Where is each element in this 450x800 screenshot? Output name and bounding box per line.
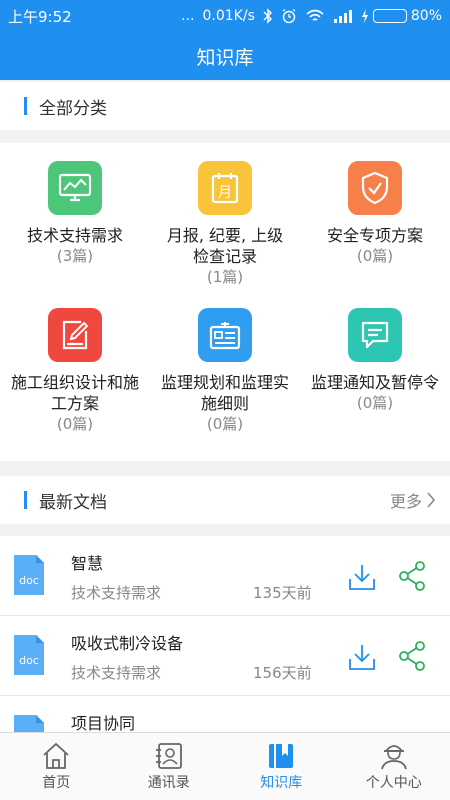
- document-list: doc 智慧 技术支持需求 135天前 doc 吸收式制冷设备 技术支持需求 1…: [0, 536, 450, 732]
- latest-documents-header: 最新文档 更多: [0, 476, 450, 524]
- bluetooth-icon: [263, 8, 272, 24]
- tab-knowledge-base[interactable]: 知识库: [225, 733, 338, 800]
- category-tile[interactable]: [348, 308, 402, 362]
- status-dots: ...: [181, 8, 195, 24]
- category-item[interactable]: 施工组织设计和施工方案 (0篇): [0, 308, 150, 435]
- category-tile[interactable]: 月: [198, 161, 252, 215]
- doc-file-icon: doc: [14, 715, 44, 732]
- category-tile[interactable]: [198, 308, 252, 362]
- category-count: (0篇): [356, 247, 394, 265]
- file-type-label: doc: [19, 654, 39, 667]
- document-category: 技术支持需求: [71, 584, 162, 602]
- category-item[interactable]: 监理通知及暂停令 (0篇): [300, 308, 450, 414]
- all-categories-title: 全部分类: [39, 98, 107, 119]
- tab-home[interactable]: 首页: [0, 733, 113, 800]
- status-time: 上午9:52: [8, 7, 72, 26]
- title-bar: 知识库: [0, 32, 450, 80]
- doc-file-icon: doc: [14, 635, 44, 675]
- tab-label: 通讯录: [147, 774, 190, 791]
- document-title: 智慧: [71, 554, 104, 573]
- tab-profile[interactable]: 个人中心: [338, 733, 450, 800]
- category-item[interactable]: 安全专项方案 (0篇): [300, 161, 450, 267]
- category-label: 技术支持需求: [26, 226, 123, 245]
- share-icon[interactable]: [398, 641, 426, 671]
- category-item[interactable]: 监理规划和监理实施细则 (0篇): [150, 308, 300, 435]
- category-count: (0篇): [206, 415, 244, 433]
- status-bar: 上午9:52 ... 0.01K/s 80%: [0, 0, 450, 32]
- more-label: 更多: [389, 492, 422, 511]
- all-categories-header: 全部分类: [0, 82, 450, 130]
- message-icon: [361, 321, 389, 349]
- alarm-icon: [282, 8, 296, 24]
- latest-documents-title: 最新文档: [39, 492, 107, 513]
- document-title: 项目协同: [71, 714, 136, 732]
- knowledge-base-icon: [269, 743, 294, 768]
- category-label: 安全专项方案: [326, 226, 423, 245]
- tab-label: 首页: [42, 774, 71, 791]
- document-item[interactable]: doc 智慧 技术支持需求 135天前: [0, 536, 450, 616]
- svg-text:月: 月: [218, 185, 232, 201]
- charging-icon: [361, 9, 368, 23]
- contacts-icon: [155, 742, 182, 769]
- section-accent-bar: [24, 97, 27, 115]
- tab-label: 知识库: [260, 774, 303, 791]
- signal-icon: [333, 10, 352, 23]
- download-icon[interactable]: [348, 643, 376, 671]
- chart-monitor-icon: [58, 173, 92, 202]
- document-title: 吸收式制冷设备: [71, 634, 184, 653]
- category-tile[interactable]: [348, 161, 402, 215]
- category-item[interactable]: 技术支持需求 (3篇): [0, 161, 150, 267]
- edit-document-icon: [62, 320, 89, 350]
- share-icon[interactable]: [398, 561, 426, 591]
- document-category: 技术支持需求: [71, 664, 162, 682]
- document-item[interactable]: doc 项目协同: [0, 696, 450, 732]
- id-card-icon: [209, 322, 241, 350]
- battery-indicator: 80%: [361, 8, 442, 24]
- document-time: 135天前: [253, 584, 312, 602]
- battery-shell: [372, 9, 407, 23]
- section-accent-bar: [24, 491, 27, 509]
- category-label: 监理规划和监理实施细则: [160, 373, 289, 413]
- category-label: 监理通知及暂停令: [310, 373, 439, 392]
- user-worker-icon: [380, 744, 407, 769]
- category-count: (1篇): [206, 268, 244, 286]
- tab-label: 个人中心: [365, 774, 422, 791]
- wifi-icon: [306, 9, 324, 21]
- page-title: 知识库: [196, 46, 254, 69]
- shield-check-icon: [361, 171, 389, 205]
- battery-percent: 80%: [410, 8, 442, 24]
- file-type-label: doc: [19, 574, 39, 587]
- document-time: 156天前: [253, 664, 312, 682]
- category-tile[interactable]: [48, 308, 102, 362]
- tab-contacts[interactable]: 通讯录: [113, 733, 226, 800]
- chevron-right-icon: [427, 492, 436, 508]
- doc-file-icon: doc: [14, 555, 44, 595]
- network-speed: 0.01K/s: [202, 8, 255, 24]
- calendar-icon: 月: [211, 173, 239, 204]
- more-link[interactable]: 更多: [390, 488, 436, 512]
- category-grid: 技术支持需求 (3篇) 月 月报, 纪要, 上级检查记录 (1篇) 安全专项方案…: [0, 143, 450, 461]
- category-item[interactable]: 月 月报, 纪要, 上级检查记录 (1篇): [150, 161, 300, 288]
- category-label: 月报, 纪要, 上级检查记录: [166, 226, 284, 266]
- home-icon: [43, 742, 69, 769]
- category-count: (0篇): [356, 394, 394, 412]
- category-count: (3篇): [56, 247, 94, 265]
- download-icon[interactable]: [348, 563, 376, 591]
- category-label: 施工组织设计和施工方案: [10, 373, 139, 413]
- category-count: (0篇): [56, 415, 94, 433]
- document-item[interactable]: doc 吸收式制冷设备 技术支持需求 156天前: [0, 616, 450, 696]
- category-tile[interactable]: [48, 161, 102, 215]
- bottom-tab-bar: 首页 通讯录 知识库 个人中心: [0, 732, 450, 800]
